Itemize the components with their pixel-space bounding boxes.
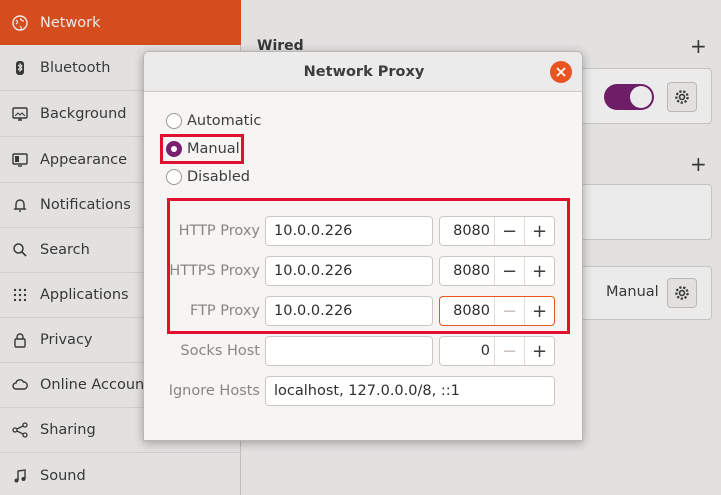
radio-disabled[interactable] (166, 169, 182, 185)
port-value[interactable]: 8080 (440, 217, 494, 245)
https-proxy-label: HTTPS Proxy (169, 263, 260, 279)
socks-port-stepper[interactable]: 0 − + (439, 336, 555, 366)
network-proxy-dialog: Network Proxy Automatic Manual Disabled … (143, 51, 583, 441)
radio-automatic[interactable] (166, 113, 182, 129)
decrement-button[interactable]: − (494, 217, 524, 245)
decrement-button[interactable]: − (494, 337, 524, 365)
increment-button[interactable]: + (524, 337, 554, 365)
ftp-proxy-label: FTP Proxy (189, 303, 260, 319)
close-button[interactable] (550, 61, 572, 83)
http-proxy-host-input[interactable]: 10.0.0.226 (265, 216, 433, 246)
decrement-button[interactable]: − (494, 297, 524, 325)
mode-disabled[interactable]: Disabled (166, 169, 250, 185)
dialog-header: Network Proxy (144, 52, 582, 92)
socks-host-label: Socks Host (180, 343, 260, 359)
increment-button[interactable]: + (524, 257, 554, 285)
ignore-hosts-label: Ignore Hosts (168, 383, 260, 399)
mode-label: Automatic (187, 113, 262, 129)
http-proxy-label: HTTP Proxy (178, 223, 260, 239)
close-icon (556, 67, 566, 77)
port-value[interactable]: 0 (440, 337, 494, 365)
decrement-button[interactable]: − (494, 257, 524, 285)
port-value[interactable]: 8080 (440, 257, 494, 285)
ignore-hosts-input[interactable]: localhost, 127.0.0.0/8, ::1 (265, 376, 555, 406)
https-proxy-host-input[interactable]: 10.0.0.226 (265, 256, 433, 286)
ftp-proxy-port-stepper[interactable]: 8080 − + (439, 296, 555, 326)
increment-button[interactable]: + (524, 217, 554, 245)
ftp-proxy-host-input[interactable]: 10.0.0.226 (265, 296, 433, 326)
port-value[interactable]: 8080 (440, 297, 494, 325)
socks-host-input[interactable] (265, 336, 433, 366)
mode-label: Disabled (187, 169, 250, 185)
dialog-title: Network Proxy (303, 63, 425, 80)
http-proxy-port-stepper[interactable]: 8080 − + (439, 216, 555, 246)
manual-highlight-box (160, 134, 244, 164)
mode-automatic[interactable]: Automatic (166, 113, 261, 129)
https-proxy-port-stepper[interactable]: 8080 − + (439, 256, 555, 286)
increment-button[interactable]: + (524, 297, 554, 325)
